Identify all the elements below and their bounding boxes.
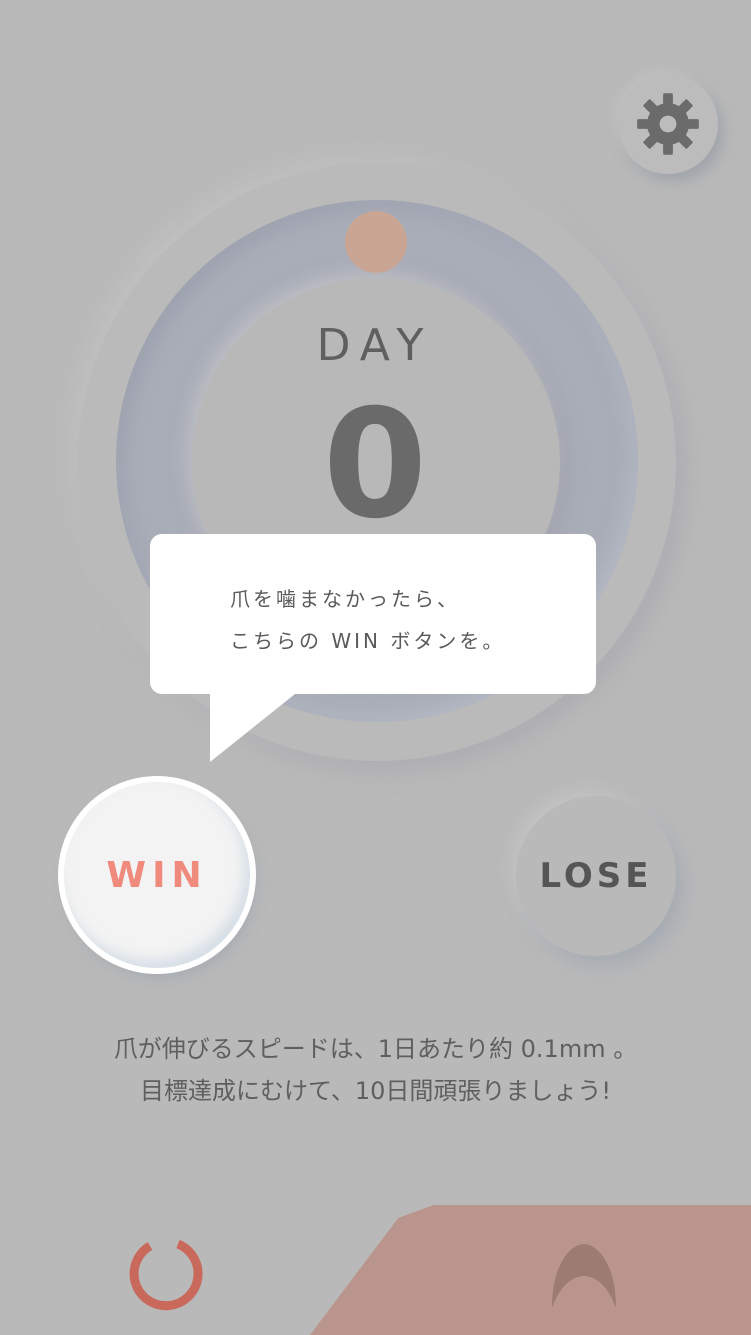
gear-icon	[637, 93, 699, 155]
info-text: 爪が伸びるスピードは、1日あたり約 0.1mm 。 目標達成にむけて、10日間頑…	[0, 1028, 751, 1112]
info-line-2: 目標達成にむけて、10日間頑張りましょう!	[140, 1077, 611, 1105]
lose-button-label: LOSE	[539, 856, 653, 896]
day-label: DAY	[316, 320, 434, 371]
info-line-1: 爪が伸びるスピードは、1日あたり約 0.1mm 。	[113, 1035, 638, 1063]
tooltip-pointer	[210, 690, 300, 762]
win-button-label: WIN	[106, 854, 208, 896]
settings-button[interactable]	[618, 74, 718, 174]
tooltip: 爪を噛まなかったら、 こちらの WIN ボタンを。	[150, 534, 596, 694]
nail-tab-background	[310, 1205, 751, 1335]
win-button[interactable]: WIN	[64, 782, 250, 968]
tooltip-line-2: こちらの WIN ボタンを。	[230, 629, 506, 653]
day-count: 0	[322, 378, 428, 552]
main-screen: DAY 0 爪を噛まなかったら、 こちらの WIN ボタンを。 WIN LOSE…	[0, 0, 751, 1335]
refresh-icon[interactable]	[128, 1236, 204, 1312]
tooltip-line-1: 爪を噛まなかったら、	[230, 587, 460, 611]
progress-indicator	[345, 211, 407, 273]
lose-button[interactable]: LOSE	[516, 796, 676, 956]
nail-icon[interactable]	[548, 1242, 620, 1310]
